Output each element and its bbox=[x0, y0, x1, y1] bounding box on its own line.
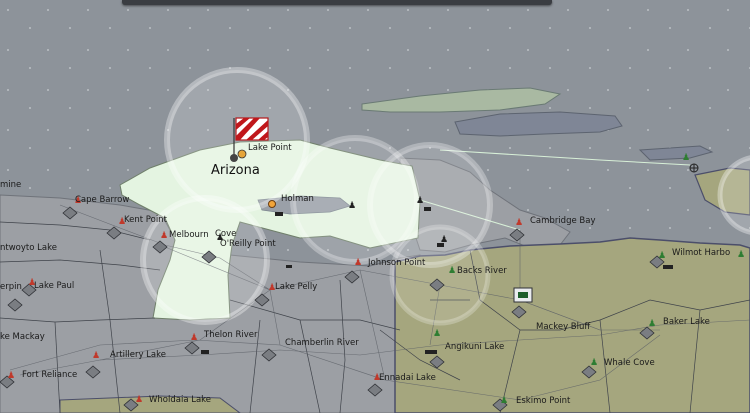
place-cambridge-bay[interactable]: Cambridge Bay bbox=[530, 216, 595, 226]
place-wholdaia-lake[interactable]: Wholdaia Lake bbox=[149, 395, 211, 405]
svg-text:♟: ♟ bbox=[433, 329, 441, 339]
place-wilmot-harbor[interactable]: Wilmot Harbo bbox=[672, 248, 730, 258]
place-backs-river[interactable]: Backs River bbox=[457, 266, 507, 276]
place-mine[interactable]: mine bbox=[0, 180, 21, 190]
place-oreilly-point[interactable]: O'Reilly Point bbox=[220, 239, 276, 249]
region-label: Arizona bbox=[211, 163, 260, 178]
place-angikuni-lake[interactable]: Angikuni Lake bbox=[445, 342, 504, 352]
svg-text:♟: ♟ bbox=[448, 266, 456, 276]
place-lake-mackay[interactable]: ke Mackay bbox=[0, 332, 45, 342]
place-melbourn[interactable]: Melbourn bbox=[169, 230, 209, 240]
svg-text:♟: ♟ bbox=[500, 396, 508, 406]
svg-text:♟: ♟ bbox=[648, 319, 656, 329]
svg-text:♟: ♟ bbox=[737, 250, 745, 260]
enemy-bunker[interactable] bbox=[513, 287, 533, 303]
place-mackey-bluff[interactable]: Mackey Bluff bbox=[536, 322, 590, 332]
place-eskimo-point[interactable]: Eskimo Point bbox=[516, 396, 570, 406]
place-cape-barrow[interactable]: Cape Barrow bbox=[75, 195, 129, 205]
svg-text:♟: ♟ bbox=[416, 196, 424, 206]
svg-text:♟: ♟ bbox=[7, 371, 15, 381]
svg-text:♟: ♟ bbox=[590, 358, 598, 368]
place-ennadai-lake[interactable]: Ennadai Lake bbox=[379, 373, 436, 383]
place-johnson-point[interactable]: Johnson Point bbox=[368, 258, 425, 268]
svg-text:♟: ♟ bbox=[682, 153, 690, 163]
place-lake-pelly[interactable]: Lake Pelly bbox=[275, 282, 317, 292]
place-cove[interactable]: Cove bbox=[215, 229, 236, 239]
place-ntwoyto-lake[interactable]: ntwoyto Lake bbox=[0, 243, 57, 253]
place-whale-cove[interactable]: Whale Cove bbox=[604, 358, 655, 368]
place-baker-lake[interactable]: Baker Lake bbox=[663, 317, 710, 327]
place-erpin[interactable]: erpin bbox=[0, 282, 22, 292]
place-holman[interactable]: Holman bbox=[281, 194, 314, 204]
svg-text:♟: ♟ bbox=[348, 201, 356, 211]
svg-text:♟: ♟ bbox=[190, 333, 198, 343]
place-thelon-river[interactable]: Thelon River bbox=[204, 330, 257, 340]
place-lake-point[interactable]: Lake Point bbox=[248, 143, 292, 153]
target-crosshair-icon bbox=[689, 163, 699, 173]
top-toolbar bbox=[122, 0, 552, 5]
place-artillery-lake[interactable]: Artillery Lake bbox=[110, 350, 166, 360]
svg-text:♟: ♟ bbox=[135, 395, 143, 405]
svg-text:♟: ♟ bbox=[354, 258, 362, 268]
svg-text:♟: ♟ bbox=[92, 351, 100, 361]
place-fort-reliance[interactable]: Fort Reliance bbox=[22, 370, 77, 380]
place-chamberlin-river[interactable]: Chamberlin River bbox=[285, 338, 359, 348]
svg-text:♟: ♟ bbox=[160, 231, 168, 241]
svg-text:♟: ♟ bbox=[515, 218, 523, 228]
place-kent-point[interactable]: Kent Point bbox=[124, 215, 167, 225]
place-lake-paul[interactable]: Lake Paul bbox=[34, 281, 74, 291]
player-marker[interactable] bbox=[268, 200, 276, 208]
svg-text:♟: ♟ bbox=[658, 251, 666, 261]
